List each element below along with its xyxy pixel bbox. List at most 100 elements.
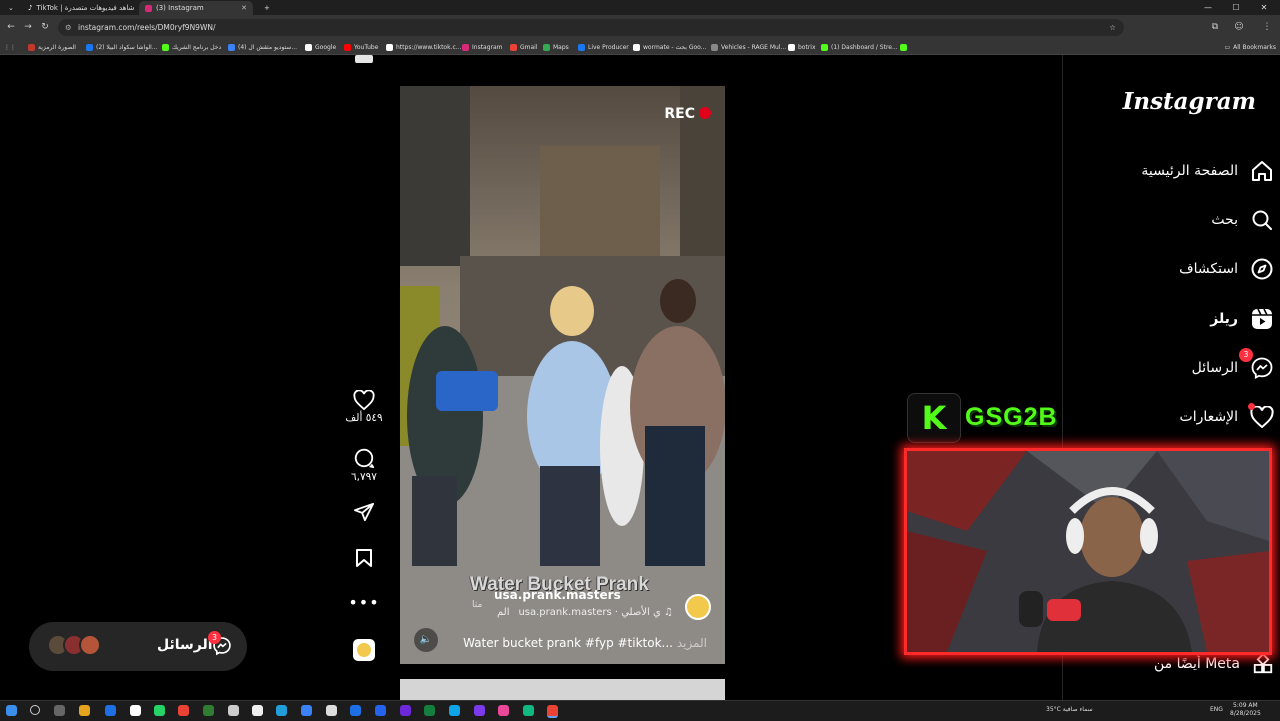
follow-button[interactable]: متا xyxy=(472,600,482,610)
start-icon[interactable] xyxy=(6,705,17,716)
reload-button[interactable]: ↻ xyxy=(38,20,52,34)
more-link[interactable]: المزيد xyxy=(677,636,707,650)
obs-icon[interactable] xyxy=(326,705,337,716)
app-icon[interactable] xyxy=(400,705,411,716)
bookmark-item[interactable]: دخل برنامج الشريك xyxy=(162,42,221,52)
profile-icon[interactable]: ☺ xyxy=(1232,20,1246,34)
kick-bookmark-icon[interactable] xyxy=(900,42,907,52)
app-icon[interactable] xyxy=(474,705,485,716)
like-button[interactable]: ٥٤٩ ألف xyxy=(336,390,392,424)
site-info-icon[interactable]: ⚙ xyxy=(65,19,72,36)
bookmarks-bar: ⋮⋮ ▭ All Bookmarks الصورة الرمزية (2) الو… xyxy=(0,40,1280,55)
weather-widget[interactable]: 35°C سماء صافية xyxy=(1046,706,1093,713)
bookmark-item[interactable]: Live Producer xyxy=(578,42,629,52)
next-reel-preview[interactable] xyxy=(400,679,725,700)
mute-icon[interactable]: 🔈 xyxy=(414,628,438,652)
whatsapp-icon[interactable] xyxy=(154,705,165,716)
task-view-icon[interactable] xyxy=(54,705,65,716)
bookmark-label: https://www.tiktok.c... xyxy=(396,43,462,51)
bookmark-item[interactable]: https://www.tiktok.c... xyxy=(386,42,462,52)
all-bookmarks-button[interactable]: ▭ All Bookmarks xyxy=(1224,42,1276,52)
tab-search-button[interactable]: ⌄ xyxy=(2,1,18,15)
app-icon[interactable] xyxy=(449,705,460,716)
app-icon[interactable] xyxy=(228,705,239,716)
app-icon[interactable] xyxy=(203,705,214,716)
back-button[interactable]: ← xyxy=(4,20,18,34)
tab-instagram[interactable]: (3) Instagram ✕ xyxy=(139,1,253,15)
close-icon[interactable]: ✕ xyxy=(241,4,247,12)
rec-indicator: REC xyxy=(664,106,711,122)
reel-avatar[interactable] xyxy=(685,594,711,620)
minimize-button[interactable]: — xyxy=(1196,0,1220,15)
chrome-icon[interactable] xyxy=(547,705,558,718)
webcam-image xyxy=(907,451,1269,652)
bookmark-item[interactable]: Vehicles - RAGE Mul... xyxy=(711,42,786,52)
extensions-icon[interactable]: ⧉ xyxy=(1208,20,1222,34)
reel-audio[interactable]: usa.prank.masters · ي الأصلي ♫ xyxy=(518,607,673,618)
search-icon xyxy=(1252,210,1272,230)
comment-button[interactable]: ٦,٧٩٧ xyxy=(336,447,392,483)
menu-icon[interactable]: ⋮ xyxy=(1260,20,1274,34)
nav-search[interactable]: بحث xyxy=(1211,205,1274,235)
bookmark-item[interactable]: botrix xyxy=(788,42,816,52)
instagram-logo[interactable]: Instagram xyxy=(1123,88,1256,115)
bookmark-item[interactable]: wormate - بحث Goo... xyxy=(633,42,706,52)
more-options-icon[interactable]: ••• xyxy=(336,593,392,612)
widgets-icon[interactable] xyxy=(79,705,90,716)
reel-username[interactable]: usa.prank.masters xyxy=(494,588,621,602)
share-button[interactable] xyxy=(336,502,392,522)
app-icon[interactable] xyxy=(350,705,361,716)
app-icon[interactable] xyxy=(498,705,509,716)
share-icon xyxy=(353,502,374,522)
nav-reels[interactable]: ريلز xyxy=(1210,304,1274,334)
close-window-button[interactable]: ✕ xyxy=(1252,0,1276,15)
bookmark-item[interactable]: YouTube xyxy=(344,42,378,52)
bookmark-favicon-icon xyxy=(228,43,235,51)
nav-messages[interactable]: الرسائل 3 xyxy=(1192,348,1274,383)
app-icon[interactable] xyxy=(375,705,386,716)
app-icon[interactable] xyxy=(105,705,116,716)
app-icon[interactable] xyxy=(301,705,312,716)
bookmark-favicon-icon xyxy=(510,43,517,51)
bookmark-favicon-icon xyxy=(305,43,312,51)
forward-button[interactable]: → xyxy=(21,20,35,34)
maximize-button[interactable]: ☐ xyxy=(1224,0,1248,15)
audio-thumbnail[interactable] xyxy=(336,639,392,661)
nav-label: الإشعارات xyxy=(1179,409,1238,425)
app-icon[interactable] xyxy=(130,705,141,716)
nav-home[interactable]: الصفحة الرئيسية xyxy=(1141,156,1274,186)
reel-caption[interactable]: Water bucket prank #fyp #tiktok... المزي… xyxy=(463,636,707,650)
bookmark-label: (4) ستوديو مثقش ال... xyxy=(238,43,298,51)
nav-label: استكشاف xyxy=(1179,261,1238,277)
url-input[interactable]: ⚙ instagram.com/reels/DM0ryf9N9WN/ ☆ xyxy=(58,19,1124,36)
clock[interactable]: 5:09 AM 8/28/2025 xyxy=(1230,702,1261,718)
tab-tiktok[interactable]: ♪ TikTok | شاهد فيديوهات متصدرة ✕ xyxy=(22,1,136,15)
bookmark-item[interactable]: Instagram xyxy=(462,42,503,52)
bookmark-item[interactable]: Google xyxy=(305,42,336,52)
app-icon[interactable] xyxy=(424,705,435,716)
bookmark-item[interactable]: الصورة الرمزية xyxy=(28,42,76,52)
nav-label: أيضًا من Meta xyxy=(1153,656,1240,672)
new-tab-button[interactable]: + xyxy=(258,1,274,15)
bookmark-item[interactable]: (2) الواشا سكواد البيلا... xyxy=(86,42,158,52)
reel-video[interactable]: REC Water Bucket Prank متا usa.prank.mas… xyxy=(400,86,725,664)
bookmark-item[interactable]: (4) ستوديو مثقش ال... xyxy=(228,42,297,52)
telegram-icon[interactable] xyxy=(276,705,287,716)
search-icon[interactable] xyxy=(30,705,40,715)
bookmark-star-icon[interactable]: ☆ xyxy=(1109,19,1116,36)
bookmark-item[interactable]: Gmail xyxy=(510,42,538,52)
save-button[interactable] xyxy=(336,548,392,568)
url-text: instagram.com/reels/DM0ryf9N9WN/ xyxy=(78,23,216,32)
nav-explore[interactable]: استكشاف xyxy=(1179,254,1274,284)
app-icon[interactable] xyxy=(252,705,263,716)
chrome-icon[interactable] xyxy=(178,705,189,716)
bookmark-item[interactable]: (1) Dashboard / Stre... xyxy=(821,42,898,52)
apps-icon[interactable]: ⋮⋮ xyxy=(4,42,16,52)
app-icon[interactable] xyxy=(523,705,534,716)
scroll-up-icon[interactable] xyxy=(336,55,392,63)
tab-title: (3) Instagram xyxy=(156,4,204,12)
bookmark-item[interactable]: Maps xyxy=(543,42,569,52)
nav-notifications[interactable]: الإشعارات xyxy=(1180,402,1274,432)
messages-pill[interactable]: الرسائل 3 xyxy=(29,622,247,671)
language-indicator[interactable]: ENG xyxy=(1210,706,1223,713)
